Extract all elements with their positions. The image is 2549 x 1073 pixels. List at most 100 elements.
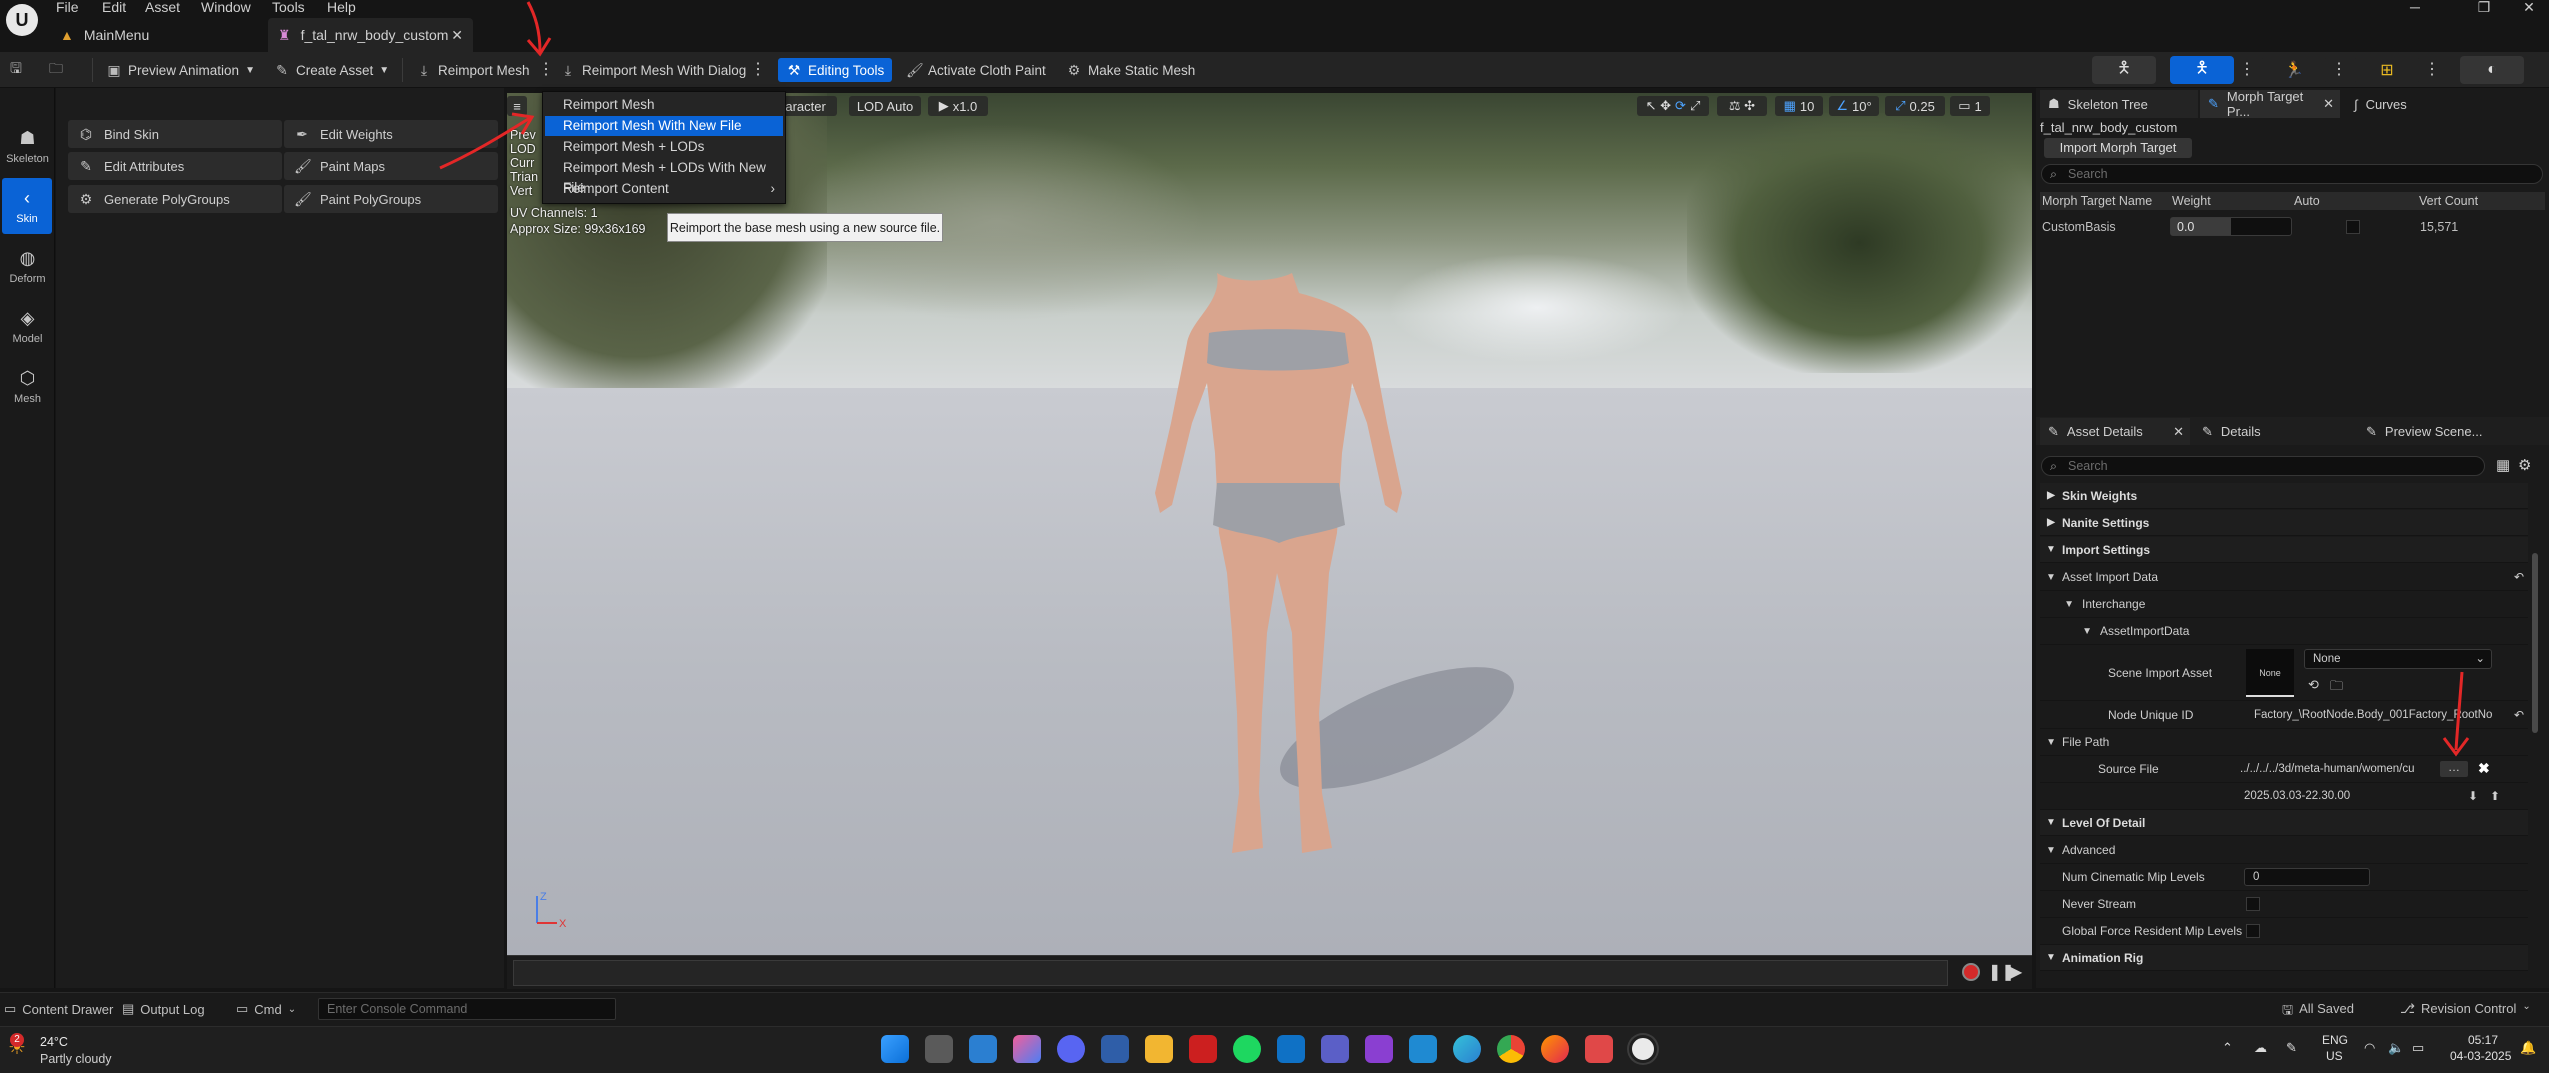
- language-indicator[interactable]: ENG: [2322, 1033, 2348, 1047]
- details-scrollbar[interactable]: [2530, 483, 2540, 988]
- menu-reimport-content[interactable]: Reimport Content ›: [545, 179, 783, 199]
- discord-icon[interactable]: [1057, 1035, 1085, 1063]
- reimport-mesh-button[interactable]: ⤓ Reimport Mesh: [416, 58, 530, 82]
- cat-animation-rig[interactable]: ▼ Animation Rig: [2040, 945, 2528, 971]
- morph-search-input[interactable]: ⌕ Search: [2041, 164, 2543, 184]
- paint-maps-button[interactable]: 🖌 Paint Maps: [284, 152, 498, 180]
- blueprint-mode-kebab-icon[interactable]: ⋮: [2424, 60, 2440, 80]
- cat-skin-weights[interactable]: ▶ Skin Weights: [2040, 483, 2528, 509]
- rotation-snap-button[interactable]: ∠ 10°: [1829, 96, 1879, 116]
- tab-details[interactable]: ✎ Details: [2194, 418, 2314, 445]
- details-search-input[interactable]: ⌕ Search: [2041, 456, 2485, 476]
- reimport-options-kebab-icon[interactable]: ⋮: [538, 60, 554, 80]
- mode-skeleton[interactable]: ☗ Skeleton: [0, 118, 55, 174]
- skeleton-mode-button[interactable]: 🯅: [2092, 56, 2156, 84]
- windows-start-icon[interactable]: [881, 1035, 909, 1063]
- file-explorer-icon[interactable]: [1145, 1035, 1173, 1063]
- grid-snap-button[interactable]: ▦ 10: [1775, 96, 1823, 116]
- viewport-options-menu-icon[interactable]: ≡: [507, 96, 527, 116]
- tab-asset-details[interactable]: ✎ Asset Details ✕: [2040, 418, 2190, 445]
- row-asset-import-data-2[interactable]: ▼ AssetImportData: [2040, 618, 2528, 645]
- playback-speed-dropdown[interactable]: ▶ x1.0: [928, 96, 988, 116]
- row-asset-import-data[interactable]: ▼ Asset Import Data ↶: [2040, 564, 2528, 591]
- photos-icon[interactable]: [969, 1035, 997, 1063]
- activate-cloth-paint-button[interactable]: 🖌 Activate Cloth Paint: [906, 58, 1046, 82]
- menu-help[interactable]: Help: [327, 0, 356, 14]
- num-cinematic-mip-input[interactable]: 0: [2244, 868, 2370, 886]
- teams-icon[interactable]: [1321, 1035, 1349, 1063]
- edit-attributes-button[interactable]: ✎ Edit Attributes: [68, 152, 282, 180]
- morph-row[interactable]: CustomBasis 0.0 15,571: [2040, 214, 2545, 240]
- camera-speed-button[interactable]: ▭ 1: [1950, 96, 1990, 116]
- arrow-down-icon[interactable]: ⬇: [2468, 789, 2478, 803]
- wifi-icon[interactable]: ◠: [2364, 1040, 2375, 1056]
- weather-temp[interactable]: 24°C: [40, 1035, 68, 1049]
- mode-skin[interactable]: ‹ Skin: [2, 178, 52, 234]
- copilot-icon[interactable]: [1013, 1035, 1041, 1063]
- region-indicator[interactable]: US: [2326, 1049, 2343, 1063]
- tab-curves[interactable]: ∫ Curves: [2346, 90, 2446, 118]
- unreal-logo-icon[interactable]: U: [6, 4, 38, 36]
- outlook-icon[interactable]: [1277, 1035, 1305, 1063]
- clock-time[interactable]: 05:17: [2468, 1033, 2498, 1047]
- browse-file-button[interactable]: …: [2440, 761, 2468, 777]
- mode-model[interactable]: ◈ Model: [0, 298, 55, 354]
- create-asset-button[interactable]: ✎ Create Asset ▼: [274, 58, 389, 82]
- mesh-mode-kebab-icon[interactable]: ⋮: [2239, 60, 2255, 80]
- reimport-dialog-kebab-icon[interactable]: ⋮: [750, 60, 766, 80]
- preview-animation-button[interactable]: ▣ Preview Animation ▼: [106, 58, 255, 82]
- menu-reimport-mesh[interactable]: Reimport Mesh: [545, 95, 783, 115]
- play-icon[interactable]: ▶: [2010, 962, 2022, 982]
- visual-studio-icon[interactable]: [1365, 1035, 1393, 1063]
- weather-desc[interactable]: Partly cloudy: [40, 1052, 112, 1066]
- generate-polygroups-button[interactable]: ⚙ Generate PolyGroups: [68, 185, 282, 213]
- tab-asset-editor[interactable]: ♜ f_tal_nrw_body_custom ✕: [268, 18, 473, 52]
- auto-checkbox[interactable]: [2346, 220, 2360, 234]
- spotify-icon[interactable]: [1233, 1035, 1261, 1063]
- editing-tools-button[interactable]: ⚒ Editing Tools: [778, 58, 893, 82]
- use-selected-icon[interactable]: ⟲: [2308, 677, 2319, 693]
- mesh-mode-button[interactable]: 🯅: [2170, 56, 2234, 84]
- mode-deform[interactable]: ◍ Deform: [0, 238, 55, 294]
- row-advanced[interactable]: ▼ Advanced: [2040, 837, 2528, 864]
- onedrive-icon[interactable]: ☁: [2254, 1040, 2267, 1056]
- animation-mode-button[interactable]: 🏃: [2262, 56, 2326, 84]
- row-file-path[interactable]: ▼ File Path: [2040, 729, 2528, 756]
- table-view-icon[interactable]: ▦: [2496, 456, 2510, 474]
- asset-thumbnail[interactable]: None: [2246, 649, 2294, 697]
- console-command-input[interactable]: Enter Console Command: [318, 998, 616, 1020]
- weight-slider[interactable]: 0.0: [2170, 217, 2292, 236]
- record-icon[interactable]: [1962, 963, 1980, 981]
- powershell-icon[interactable]: [1101, 1035, 1129, 1063]
- menu-asset[interactable]: Asset: [145, 0, 180, 14]
- menu-file[interactable]: File: [56, 0, 79, 14]
- edge-icon[interactable]: [1453, 1035, 1481, 1063]
- menu-reimport-mesh-lods-new-file[interactable]: Reimport Mesh + LODs With New File: [545, 158, 783, 195]
- row-interchange[interactable]: ▼ Interchange: [2040, 591, 2528, 618]
- reimport-mesh-with-dialog-button[interactable]: ⤓ Reimport Mesh With Dialog: [560, 58, 746, 82]
- edit-weights-button[interactable]: ✒ Edit Weights: [284, 120, 498, 148]
- mode-mesh[interactable]: ⬡ Mesh: [0, 358, 55, 414]
- notification-bell-icon[interactable]: 🔔: [2520, 1040, 2536, 1056]
- close-icon[interactable]: ✕: [2173, 424, 2184, 440]
- animation-mode-kebab-icon[interactable]: ⋮: [2331, 60, 2347, 80]
- acrobat-icon[interactable]: [1189, 1035, 1217, 1063]
- make-static-mesh-button[interactable]: ⚙ Make Static Mesh: [1066, 58, 1196, 82]
- menu-reimport-mesh-new-file[interactable]: Reimport Mesh With New File: [545, 116, 783, 136]
- coord-space-group[interactable]: ⚖ ✣: [1717, 96, 1767, 116]
- volume-icon[interactable]: 🔈: [2388, 1040, 2404, 1056]
- cat-level-of-detail[interactable]: ▼ Level Of Detail: [2040, 810, 2528, 836]
- save-icon[interactable]: 🖫: [8, 58, 24, 82]
- scene-import-asset-dropdown[interactable]: None ⌄: [2304, 649, 2492, 669]
- firefox-icon[interactable]: [1541, 1035, 1569, 1063]
- browse-icon[interactable]: 🗀: [48, 58, 64, 82]
- lod-auto-dropdown[interactable]: LOD Auto: [849, 96, 921, 116]
- node-unique-id-value[interactable]: Factory_\RootNode.Body_001Factory_RootNo: [2254, 709, 2494, 721]
- settings-gear-icon[interactable]: ⚙: [2518, 456, 2531, 474]
- chrome-icon[interactable]: [1497, 1035, 1525, 1063]
- tab-main-menu[interactable]: ▲ MainMenu: [60, 18, 260, 52]
- menu-edit[interactable]: Edit: [102, 0, 126, 14]
- vscode-icon[interactable]: [1409, 1035, 1437, 1063]
- clock-date[interactable]: 04-03-2025: [2450, 1049, 2511, 1063]
- blueprint-mode-button[interactable]: ⊞: [2355, 56, 2419, 84]
